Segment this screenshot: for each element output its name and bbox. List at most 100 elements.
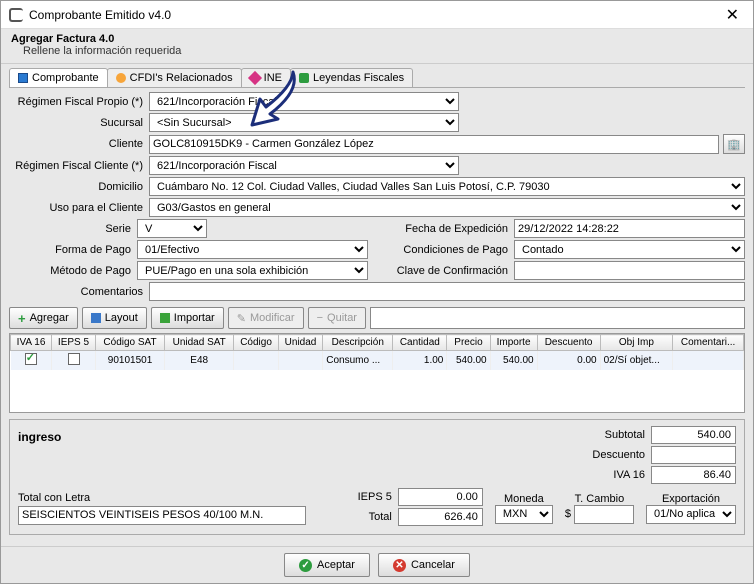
lbl-regimen-propio: Régimen Fiscal Propio (*) xyxy=(9,96,149,108)
tab-comprobante[interactable]: Comprobante xyxy=(9,68,108,87)
close-icon[interactable]: ✕ xyxy=(720,5,745,25)
ieps5-value xyxy=(398,488,483,506)
tab-leyendas-fiscales[interactable]: Leyendas Fiscales xyxy=(290,68,413,87)
total-letra-value xyxy=(18,506,306,525)
minus-icon: − xyxy=(317,312,323,324)
ine-icon xyxy=(248,71,262,85)
edit-icon: ✎ xyxy=(237,312,246,325)
lbl-condiciones: Condiciones de Pago xyxy=(386,244,514,256)
currency-symbol: $ xyxy=(565,508,571,520)
lbl-total-letra: Total con Letra xyxy=(18,492,306,504)
lbl-tcambio: T. Cambio xyxy=(575,493,625,505)
condiciones-pago-select[interactable]: Contado xyxy=(514,240,745,259)
descuento-value xyxy=(651,446,736,464)
cell-codigo xyxy=(234,351,278,371)
col-unidad[interactable]: Unidad xyxy=(278,335,322,351)
lbl-subtotal: Subtotal xyxy=(571,429,651,441)
lbl-exportacion: Exportación xyxy=(662,493,720,505)
layout-button[interactable]: Layout xyxy=(82,307,147,329)
quitar-button: −Quitar xyxy=(308,307,366,329)
iva16-checkbox[interactable] xyxy=(25,353,37,365)
col-precio[interactable]: Precio xyxy=(447,335,490,351)
comentarios-input[interactable] xyxy=(149,282,745,301)
btn-label: Cancelar xyxy=(411,559,455,571)
lbl-iva16-total: IVA 16 xyxy=(571,469,651,481)
uso-cliente-select[interactable]: G03/Gastos en general xyxy=(149,198,745,217)
col-objimp[interactable]: Obj Imp xyxy=(600,335,673,351)
lbl-descuento-total: Descuento xyxy=(571,449,651,461)
col-codigo-sat[interactable]: Código SAT xyxy=(95,335,164,351)
lbl-regimen-cliente: Régimen Fiscal Cliente (*) xyxy=(9,160,149,172)
items-toolbar: +Agregar Layout Importar ✎ Modificar −Qui… xyxy=(9,307,745,329)
cell-unidad xyxy=(278,351,322,371)
grid-header-row: IVA 16 IEPS 5 Código SAT Unidad SAT Códi… xyxy=(11,335,744,351)
cancelar-button[interactable]: ✕ Cancelar xyxy=(378,553,470,577)
lbl-serie: Serie xyxy=(9,223,137,235)
aceptar-button[interactable]: ✓ Aceptar xyxy=(284,553,370,577)
building-icon: 🏢 xyxy=(727,138,741,151)
col-descuento[interactable]: Descuento xyxy=(537,335,600,351)
fecha-expedicion-input[interactable] xyxy=(514,219,745,238)
btn-label: Layout xyxy=(105,312,138,324)
total-value xyxy=(398,508,483,526)
header-title: Agregar Factura 4.0 xyxy=(11,33,743,45)
table-row[interactable]: 90101501 E48 Consumo ... 1.00 540.00 540… xyxy=(11,351,744,371)
col-ieps5[interactable]: IEPS 5 xyxy=(52,335,96,351)
app-window: Comprobante Emitido v4.0 ✕ Agregar Factu… xyxy=(0,0,754,584)
cliente-lookup-button[interactable]: 🏢 xyxy=(723,134,745,154)
agregar-button[interactable]: +Agregar xyxy=(9,307,78,329)
book-icon xyxy=(299,73,309,83)
lbl-sucursal: Sucursal xyxy=(9,117,149,129)
items-grid[interactable]: IVA 16 IEPS 5 Código SAT Unidad SAT Códi… xyxy=(9,333,745,413)
window-title: Comprobante Emitido v4.0 xyxy=(29,8,720,22)
toolbar-search-input[interactable] xyxy=(370,307,745,329)
cell-objimp: 02/Sí objet... xyxy=(600,351,673,371)
moneda-select[interactable]: MXN xyxy=(495,505,553,524)
cliente-input[interactable] xyxy=(149,135,719,154)
tab-label: CFDI's Relacionados xyxy=(130,72,233,84)
tab-ine[interactable]: INE xyxy=(241,68,291,87)
cell-importe: 540.00 xyxy=(490,351,537,371)
main-form: Régimen Fiscal Propio (*) 621/Incorporac… xyxy=(9,92,745,303)
tab-cfdis-relacionados[interactable]: CFDI's Relacionados xyxy=(107,68,242,87)
forma-pago-select[interactable]: 01/Efectivo xyxy=(137,240,368,259)
cancel-icon: ✕ xyxy=(393,559,406,572)
regimen-cliente-select[interactable]: 621/Incorporación Fiscal xyxy=(149,156,459,175)
col-descripcion[interactable]: Descripción xyxy=(323,335,393,351)
lbl-total: Total xyxy=(318,511,398,523)
cell-unidad-sat: E48 xyxy=(165,351,234,371)
importar-button[interactable]: Importar xyxy=(151,307,224,329)
cell-coment xyxy=(673,351,744,371)
col-cantidad[interactable]: Cantidad xyxy=(393,335,447,351)
tab-label: INE xyxy=(264,72,282,84)
col-unidad-sat[interactable]: Unidad SAT xyxy=(165,335,234,351)
tcambio-input[interactable] xyxy=(574,505,634,524)
serie-select[interactable]: V xyxy=(137,219,207,238)
document-icon xyxy=(18,73,28,83)
ieps5-checkbox[interactable] xyxy=(68,353,80,365)
iva16-value xyxy=(651,466,736,484)
btn-label: Modificar xyxy=(250,312,295,324)
col-codigo[interactable]: Código xyxy=(234,335,278,351)
btn-label: Agregar xyxy=(30,312,69,324)
metodo-pago-select[interactable]: PUE/Pago en una sola exhibición xyxy=(137,261,368,280)
check-icon: ✓ xyxy=(299,559,312,572)
cell-codigo-sat: 90101501 xyxy=(95,351,164,371)
btn-label: Aceptar xyxy=(317,559,355,571)
cell-descripcion: Consumo ... xyxy=(323,351,393,371)
col-comentarios[interactable]: Comentari... xyxy=(673,335,744,351)
col-importe[interactable]: Importe xyxy=(490,335,537,351)
clave-confirmacion-input[interactable] xyxy=(514,261,745,280)
regimen-propio-select[interactable]: 621/Incorporación Fiscal xyxy=(149,92,459,111)
link-icon xyxy=(116,73,126,83)
sucursal-select[interactable]: <Sin Sucursal> xyxy=(149,113,459,132)
domicilio-select[interactable]: Cuámbaro No. 12 Col. Ciudad Valles, Ciud… xyxy=(149,177,745,196)
tipo-comprobante-label: ingreso xyxy=(18,426,238,486)
lbl-domicilio: Domicilio xyxy=(9,181,149,193)
exportacion-select[interactable]: 01/No aplica xyxy=(646,505,736,524)
tab-label: Leyendas Fiscales xyxy=(313,72,404,84)
col-iva16[interactable]: IVA 16 xyxy=(11,335,52,351)
lbl-clave-conf: Clave de Confirmación xyxy=(386,265,514,277)
header-subtitle: Rellene la información requerida xyxy=(11,45,743,57)
lbl-uso: Uso para el Cliente xyxy=(9,202,149,214)
